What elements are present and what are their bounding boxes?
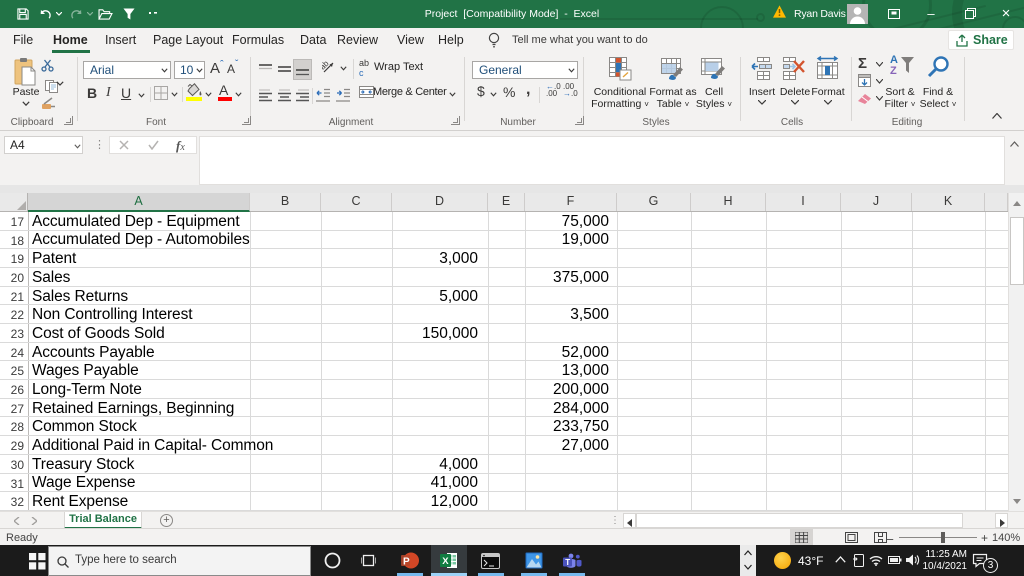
svg-text:X: X (442, 556, 449, 567)
svg-text:P: P (403, 557, 410, 568)
svg-text:T: T (565, 558, 570, 567)
